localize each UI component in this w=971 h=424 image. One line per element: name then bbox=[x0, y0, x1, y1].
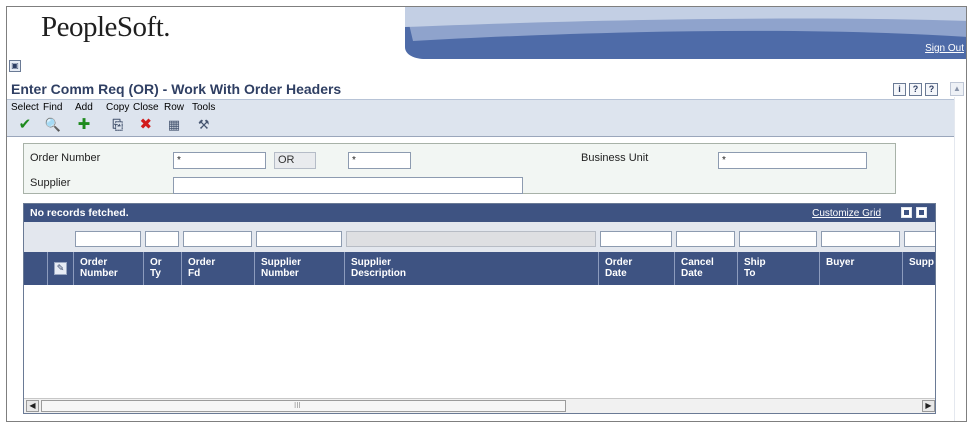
supplier-input[interactable] bbox=[173, 177, 523, 194]
help-icons: i ? ? bbox=[893, 83, 938, 96]
query-by-example-row bbox=[24, 222, 935, 252]
row-select-header[interactable]: ✎ bbox=[47, 252, 73, 285]
tools-icon: ⚒ bbox=[197, 117, 210, 132]
column-supplier-description[interactable]: Supplier Description bbox=[344, 252, 598, 285]
row-menu-button[interactable]: Row ▦ bbox=[164, 102, 184, 133]
app-window: PeopleSoft. Sign Out ▣ Enter Comm Req (O… bbox=[6, 6, 967, 422]
filter-order-fd[interactable] bbox=[183, 231, 252, 247]
scrollbar-thumb[interactable]: III bbox=[41, 400, 566, 412]
add-button[interactable]: Add ✚ bbox=[75, 102, 93, 133]
copy-label: Copy bbox=[106, 102, 130, 113]
toolbar: Select ✔ Find 🔍 Add ✚ Copy ⎘ Close ✖ Row… bbox=[7, 99, 966, 137]
column-order-fd[interactable]: Order Fd bbox=[181, 252, 254, 285]
column-or-ty[interactable]: Or Ty bbox=[143, 252, 181, 285]
row-icon: ▦ bbox=[167, 117, 181, 132]
copy-icon: ⎘ bbox=[112, 117, 123, 132]
order-type-field: OR bbox=[274, 152, 316, 169]
sign-out-link[interactable]: Sign Out bbox=[925, 43, 964, 54]
vertical-scrollbar[interactable] bbox=[954, 97, 966, 421]
filter-cancel-date[interactable] bbox=[676, 231, 735, 247]
business-unit-label: Business Unit bbox=[581, 152, 649, 164]
scroll-up-button[interactable]: ▲ bbox=[950, 82, 964, 96]
filter-supplier[interactable] bbox=[904, 231, 935, 247]
column-cancel-date[interactable]: Cancel Date bbox=[674, 252, 737, 285]
filter-buyer[interactable] bbox=[821, 231, 900, 247]
find-label: Find bbox=[43, 102, 63, 113]
attachment-icon: ✎ bbox=[54, 262, 67, 275]
window-icon[interactable]: ▣ bbox=[9, 60, 21, 72]
business-unit-input[interactable]: * bbox=[718, 152, 867, 169]
order-company-input[interactable]: * bbox=[348, 152, 411, 169]
grid-status-text: No records fetched. bbox=[30, 207, 129, 219]
order-number-input[interactable]: * bbox=[173, 152, 266, 169]
horizontal-scrollbar[interactable]: ◀ III ▶ bbox=[24, 398, 935, 413]
scroll-left-button[interactable]: ◀ bbox=[26, 400, 39, 412]
info-icon[interactable]: i bbox=[893, 83, 906, 96]
grid-header-bar: No records fetched. Customize Grid bbox=[24, 204, 935, 222]
close-button[interactable]: Close ✖ bbox=[133, 102, 159, 133]
filter-ship-to[interactable] bbox=[739, 231, 817, 247]
tools-label: Tools bbox=[192, 102, 216, 113]
supplier-label: Supplier bbox=[30, 177, 71, 189]
filter-supplier-number[interactable] bbox=[256, 231, 342, 247]
scroll-right-button[interactable]: ▶ bbox=[922, 400, 935, 412]
copy-button[interactable]: Copy ⎘ bbox=[106, 102, 129, 133]
header-wave-graphic bbox=[405, 7, 966, 59]
customize-grid-link[interactable]: Customize Grid bbox=[812, 208, 881, 219]
help-icon[interactable]: ? bbox=[909, 83, 922, 96]
maximize-grid-icon[interactable] bbox=[916, 207, 927, 218]
header-banner: Sign Out bbox=[405, 7, 966, 59]
filter-or-ty[interactable] bbox=[145, 231, 179, 247]
results-grid: No records fetched. Customize Grid ✎ Ord… bbox=[23, 203, 936, 414]
check-icon: ✔ bbox=[18, 116, 32, 133]
select-label: Select bbox=[11, 102, 39, 113]
column-order-number[interactable]: Order Number bbox=[73, 252, 143, 285]
tools-menu-button[interactable]: Tools ⚒ bbox=[192, 102, 215, 133]
export-grid-icon[interactable] bbox=[901, 207, 912, 218]
filter-order-number[interactable] bbox=[75, 231, 141, 247]
search-form: Order Number * OR * Business Unit * Supp… bbox=[23, 143, 896, 194]
column-buyer[interactable]: Buyer bbox=[819, 252, 902, 285]
column-order-date[interactable]: Order Date bbox=[598, 252, 674, 285]
add-label: Add bbox=[75, 102, 93, 113]
select-button[interactable]: Select ✔ bbox=[11, 102, 39, 133]
column-ship-to[interactable]: Ship To bbox=[737, 252, 819, 285]
page-title: Enter Comm Req (OR) - Work With Order He… bbox=[11, 81, 342, 97]
grip-icon: III bbox=[294, 401, 301, 410]
filter-supplier-description bbox=[346, 231, 596, 247]
filter-order-date[interactable] bbox=[600, 231, 672, 247]
column-supplier-number[interactable]: Supplier Number bbox=[254, 252, 344, 285]
close-label: Close bbox=[133, 102, 159, 113]
close-icon: ✖ bbox=[139, 116, 153, 133]
order-number-label: Order Number bbox=[30, 152, 101, 164]
context-help-icon[interactable]: ? bbox=[925, 83, 938, 96]
column-supplier[interactable]: Supp bbox=[902, 252, 935, 285]
row-label: Row bbox=[164, 102, 185, 113]
find-button[interactable]: Find 🔍 bbox=[43, 102, 62, 133]
peoplesoft-logo: PeopleSoft. bbox=[41, 11, 171, 43]
grid-column-headers: ✎ Order Number Or Ty Order Fd Supplier Numbe… bbox=[24, 252, 935, 285]
plus-icon: ✚ bbox=[77, 116, 91, 133]
find-icon: 🔍 bbox=[44, 117, 61, 132]
